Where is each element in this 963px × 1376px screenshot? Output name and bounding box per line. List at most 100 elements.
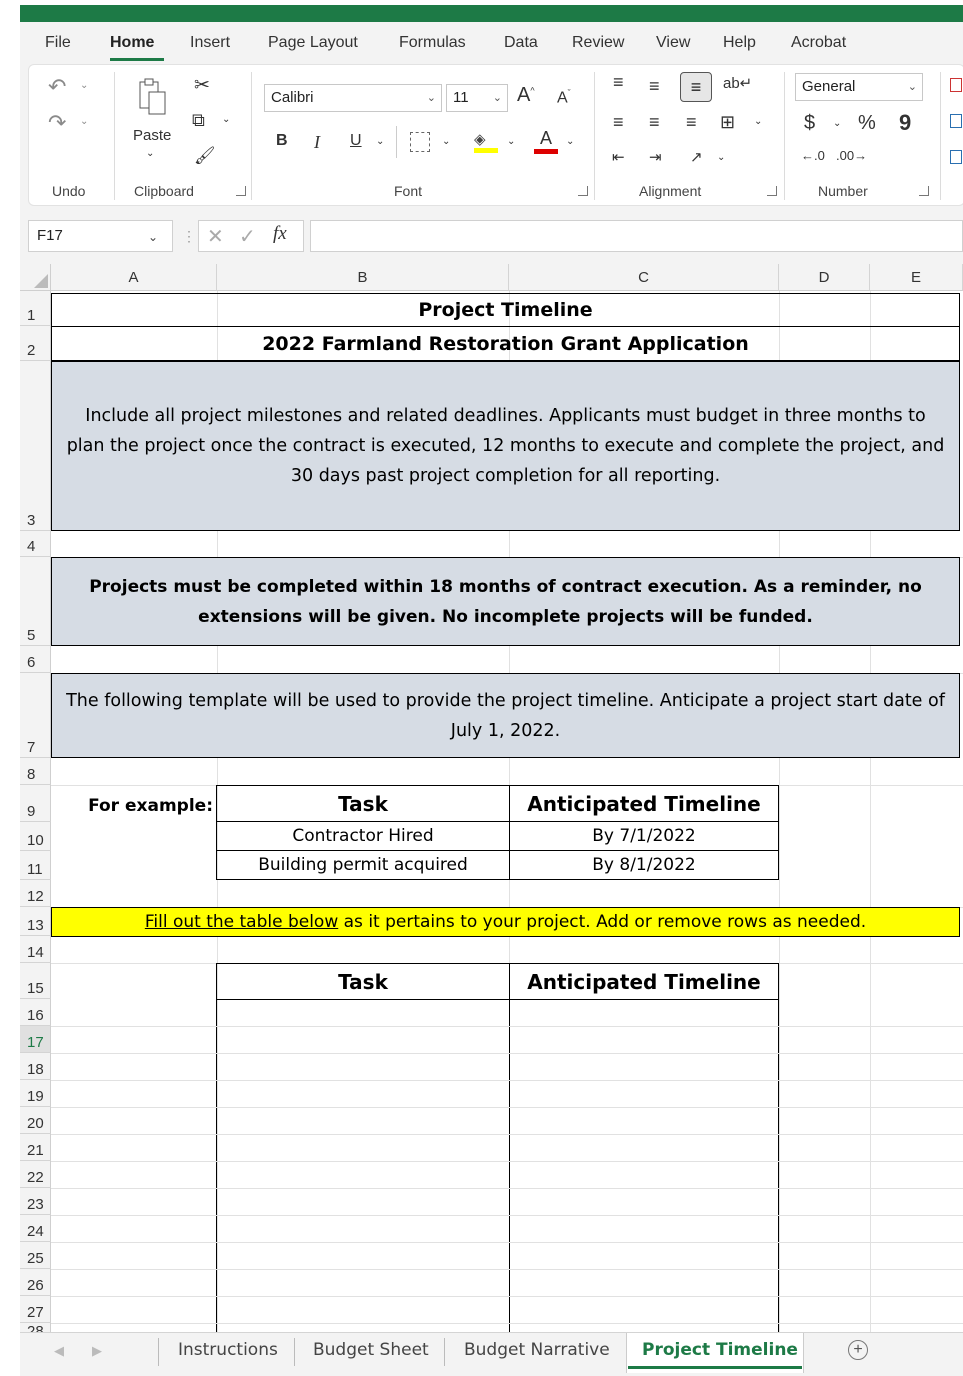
menu-page-layout[interactable]: Page Layout: [268, 34, 358, 52]
example-task-cell[interactable]: Contractor Hired: [216, 821, 510, 851]
tab-budget-narrative[interactable]: Budget Narrative: [464, 1340, 610, 1360]
currency-button[interactable]: $: [804, 112, 815, 135]
font-launcher-icon[interactable]: [578, 186, 588, 196]
row-header[interactable]: 2: [20, 326, 51, 361]
row-header-selected[interactable]: 17: [20, 1026, 51, 1053]
align-top-icon[interactable]: ≡: [613, 72, 624, 93]
tab-instructions[interactable]: Instructions: [178, 1340, 278, 1360]
copy-dropdown-icon[interactable]: ⌄: [222, 114, 230, 125]
select-all-corner[interactable]: [20, 264, 51, 291]
tab-budget-sheet[interactable]: Budget Sheet: [313, 1340, 429, 1360]
instruction-banner[interactable]: Fill out the table below as it pertains …: [51, 907, 960, 937]
merge-dropdown-icon[interactable]: ⌄: [754, 116, 762, 127]
timeline-input-cell[interactable]: [509, 1134, 779, 1162]
note-milestones[interactable]: Include all project milestones and relat…: [51, 361, 960, 531]
column-header-d[interactable]: D: [779, 264, 870, 291]
timeline-input-cell[interactable]: [509, 1053, 779, 1081]
row-header[interactable]: 19: [20, 1080, 51, 1107]
row-header[interactable]: 23: [20, 1188, 51, 1215]
decrease-decimal-icon[interactable]: .00→: [836, 148, 867, 163]
task-input-cell[interactable]: [216, 1080, 510, 1108]
underline-dropdown-icon[interactable]: ⌄: [376, 136, 384, 147]
row-header[interactable]: 18: [20, 1053, 51, 1080]
orientation-icon[interactable]: ↗: [690, 148, 703, 166]
scroll-tabs-right-icon[interactable]: ▶: [92, 1343, 102, 1359]
fill-color-icon[interactable]: ◈: [474, 130, 498, 158]
number-format-combo[interactable]: General ⌄: [795, 73, 923, 101]
menu-acrobat[interactable]: Acrobat: [791, 34, 846, 52]
row-header[interactable]: 13: [20, 907, 51, 936]
menu-review[interactable]: Review: [572, 34, 624, 52]
timeline-input-cell[interactable]: [509, 1080, 779, 1108]
column-header-a[interactable]: A: [51, 264, 217, 291]
menu-help[interactable]: Help: [723, 34, 756, 52]
task-input-cell[interactable]: [216, 1134, 510, 1162]
row-header[interactable]: 22: [20, 1161, 51, 1188]
paste-icon[interactable]: [137, 78, 167, 116]
timeline-input-cell[interactable]: [509, 1026, 779, 1054]
redo-dropdown-icon[interactable]: ⌄: [80, 116, 88, 127]
font-size-combo[interactable]: 11 ⌄: [446, 84, 508, 112]
italic-button[interactable]: I: [314, 132, 320, 153]
tab-project-timeline[interactable]: Project Timeline: [642, 1340, 798, 1360]
timeline-input-cell[interactable]: [509, 1161, 779, 1189]
row-header[interactable]: 14: [20, 936, 51, 963]
name-box[interactable]: F17 ⌄: [28, 220, 173, 252]
comma-button[interactable]: 9: [899, 110, 911, 136]
task-input-cell[interactable]: [216, 1269, 510, 1297]
font-name-combo[interactable]: Calibri ⌄: [264, 84, 442, 112]
timeline-input-cell[interactable]: [509, 1188, 779, 1216]
example-task-cell[interactable]: Building permit acquired: [216, 850, 510, 880]
increase-font-icon[interactable]: A^: [517, 84, 535, 107]
formula-input[interactable]: [310, 220, 963, 252]
format-table-icon[interactable]: [950, 114, 962, 128]
bold-button[interactable]: B: [276, 132, 288, 150]
merge-center-icon[interactable]: ⊞: [720, 112, 735, 133]
row-header[interactable]: 9: [20, 785, 51, 822]
clipboard-launcher-icon[interactable]: [236, 186, 246, 196]
cancel-icon[interactable]: ✕: [207, 224, 224, 249]
row-header[interactable]: 4: [20, 531, 51, 557]
task-input-cell[interactable]: [216, 1053, 510, 1081]
row-header[interactable]: 27: [20, 1296, 51, 1323]
row-header[interactable]: 20: [20, 1107, 51, 1134]
scroll-tabs-left-icon[interactable]: ◀: [54, 1343, 64, 1359]
undo-icon[interactable]: ↶: [48, 74, 66, 100]
task-header[interactable]: Task: [216, 963, 510, 1000]
paste-dropdown-icon[interactable]: ⌄: [146, 148, 154, 159]
menu-file[interactable]: File: [45, 34, 71, 52]
menu-formulas[interactable]: Formulas: [399, 34, 466, 52]
timeline-input-cell[interactable]: [509, 1269, 779, 1297]
column-header-e[interactable]: E: [870, 264, 963, 291]
row-header[interactable]: 7: [20, 673, 51, 758]
format-painter-icon[interactable]: 🖌: [194, 146, 216, 166]
row-header[interactable]: 11: [20, 851, 51, 880]
row-header[interactable]: 15: [20, 963, 51, 999]
example-task-header[interactable]: Task: [216, 785, 510, 822]
sheet-subtitle[interactable]: 2022 Farmland Restoration Grant Applicat…: [51, 326, 960, 361]
percent-button[interactable]: %: [858, 112, 876, 135]
timeline-input-cell[interactable]: [509, 1215, 779, 1243]
timeline-input-cell[interactable]: [509, 1242, 779, 1270]
borders-dropdown-icon[interactable]: ⌄: [442, 136, 450, 147]
row-header[interactable]: 24: [20, 1215, 51, 1242]
timeline-input-cell[interactable]: [509, 999, 779, 1027]
borders-icon[interactable]: [410, 132, 430, 152]
underline-button[interactable]: U: [350, 132, 362, 150]
task-input-cell[interactable]: [216, 999, 510, 1027]
example-label[interactable]: For example:: [51, 785, 215, 822]
enter-icon[interactable]: ✓: [239, 224, 256, 249]
row-header[interactable]: 12: [20, 880, 51, 907]
increase-decimal-icon[interactable]: ←.0: [801, 148, 825, 163]
formula-bar-handle-icon[interactable]: ⋮: [182, 228, 196, 245]
row-header[interactable]: 1: [20, 291, 51, 326]
note-template[interactable]: The following template will be used to p…: [51, 673, 960, 758]
task-input-cell[interactable]: [216, 1026, 510, 1054]
sheet-title[interactable]: Project Timeline: [51, 293, 960, 327]
row-header[interactable]: 25: [20, 1242, 51, 1269]
row-header[interactable]: 26: [20, 1269, 51, 1296]
font-color-dropdown-icon[interactable]: ⌄: [566, 136, 574, 147]
align-bottom-icon[interactable]: ≡: [680, 72, 712, 102]
add-sheet-icon[interactable]: +: [848, 1340, 868, 1360]
undo-dropdown-icon[interactable]: ⌄: [80, 80, 88, 91]
